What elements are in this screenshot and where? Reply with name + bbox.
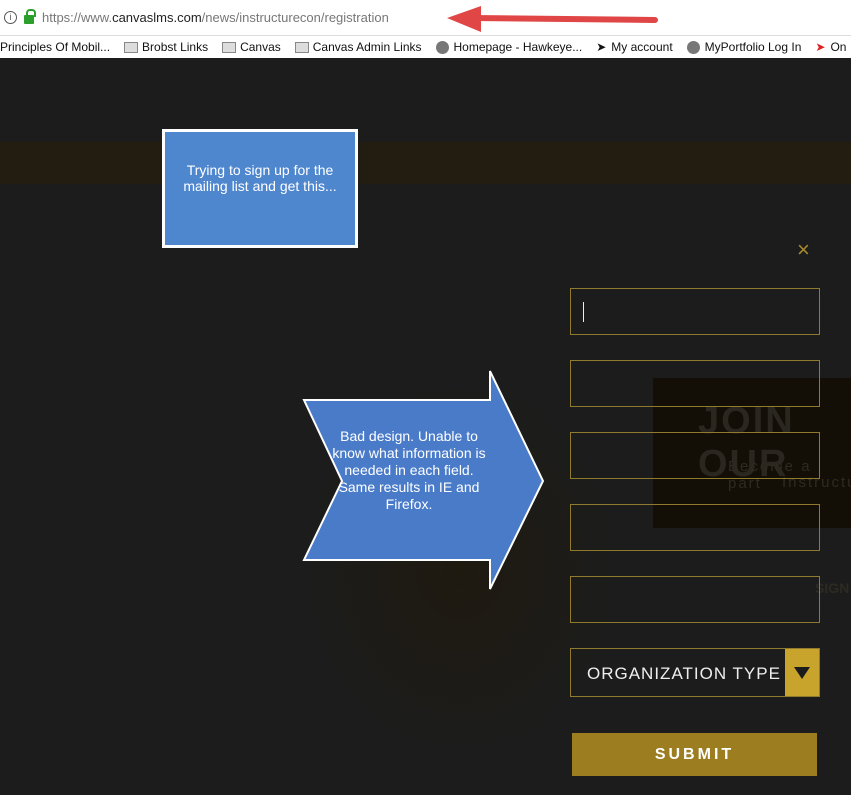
submit-button[interactable]: SUBMIT [572, 733, 817, 776]
form-field-5[interactable] [570, 576, 820, 623]
background-sign: SIGN [815, 580, 850, 596]
bookmark-item[interactable]: Principles Of Mobil... [0, 40, 110, 54]
folder-icon [222, 41, 237, 53]
bookmarks-bar: Principles Of Mobil... Brobst Links Canv… [0, 36, 851, 58]
bookmark-item[interactable]: Canvas Admin Links [294, 40, 422, 54]
chevron-down-icon[interactable] [785, 649, 819, 696]
lock-icon [24, 8, 36, 24]
text-caret [583, 302, 584, 322]
url-text[interactable]: https://www.canvaslms.com/news/instructu… [42, 10, 389, 25]
bookmark-item[interactable]: MyPortfolio Log In [686, 40, 801, 54]
close-icon[interactable]: × [797, 237, 810, 263]
folder-icon [294, 41, 309, 53]
bookmark-item[interactable]: Brobst Links [124, 40, 208, 54]
folder-icon [124, 41, 139, 53]
bookmark-item[interactable]: ➤ On [815, 40, 846, 54]
header-band [0, 142, 851, 184]
address-bar[interactable]: i https://www.canvaslms.com/news/instruc… [0, 0, 851, 36]
select-label: ORGANIZATION TYPE [587, 664, 781, 683]
form-field-2[interactable] [570, 360, 820, 407]
bookmark-item[interactable]: ➤ My account [596, 40, 672, 54]
annotation-callout: Trying to sign up for the mailing list a… [162, 129, 358, 248]
form-field-3[interactable] [570, 432, 820, 479]
red-arrow-annotation [447, 6, 658, 32]
globe-icon [435, 40, 449, 54]
bookmark-item[interactable]: Homepage - Hawkeye... [435, 40, 582, 54]
bookmark-icon: ➤ [596, 40, 607, 54]
form-field-4[interactable] [570, 504, 820, 551]
organization-type-select[interactable]: ORGANIZATION TYPE [570, 648, 820, 697]
bookmark-item[interactable]: Canvas [222, 40, 281, 54]
arrow-annotation-text: Bad design. Unable to know what informat… [332, 428, 486, 512]
bookmark-icon: ➤ [815, 40, 826, 54]
globe-icon [686, 40, 700, 54]
info-icon[interactable]: i [4, 11, 17, 24]
form-field-1[interactable] [570, 288, 820, 335]
